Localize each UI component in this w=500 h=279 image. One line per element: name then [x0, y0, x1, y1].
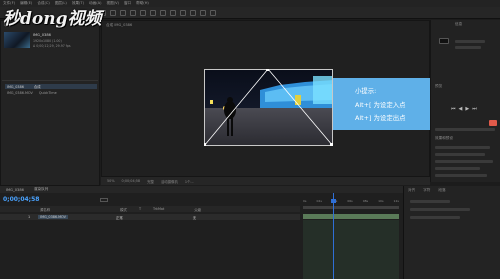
- shape-overlay: [204, 69, 333, 146]
- setting-row[interactable]: [435, 146, 490, 149]
- effects-tab[interactable]: 效果和预设: [435, 136, 453, 141]
- zoom-dropdown[interactable]: 50%: [107, 179, 115, 183]
- side-panel-tabs: 对齐 字符 段落: [404, 186, 500, 195]
- timeline-layer-row[interactable]: 1 IMG_0386.MOV 正常 无: [0, 214, 300, 220]
- footage-thumbnail: [4, 32, 30, 48]
- anchor-handle[interactable]: [266, 69, 269, 71]
- color-swatch: [439, 38, 449, 44]
- layer-mode[interactable]: 正常: [116, 215, 123, 220]
- work-area-bar[interactable]: [303, 206, 399, 209]
- project-item-type: 合成: [33, 85, 41, 89]
- time-ruler[interactable]: 0s 02s 04s 06s 08s 10s 12s: [303, 199, 399, 205]
- project-item-type: QuickTime: [38, 90, 57, 95]
- viewer-tab[interactable]: 合成 IMG_0386: [106, 23, 132, 28]
- setting-row[interactable]: [410, 216, 460, 219]
- tip-line-out: Alt+] 为设定出点: [355, 114, 406, 122]
- anchor-handle[interactable]: [204, 143, 206, 146]
- timeline-comp-tab[interactable]: IMG_0386: [6, 188, 24, 192]
- stamp-tool-icon[interactable]: [200, 10, 206, 16]
- layer-duration-bar[interactable]: [303, 214, 399, 219]
- rotate-tool-icon[interactable]: [130, 10, 136, 16]
- project-item-row[interactable]: IMG_0386 合成: [5, 84, 97, 89]
- tip-title: 小提示:: [355, 87, 377, 95]
- text-tool-icon[interactable]: [180, 10, 186, 16]
- ruler-tick: 06s: [347, 199, 353, 203]
- layer-index: 1: [28, 215, 31, 219]
- brush-tool-icon[interactable]: [190, 10, 196, 16]
- col-trkmat: TrkMat: [153, 207, 165, 211]
- menu-item[interactable]: 窗口: [124, 1, 131, 6]
- ruler-tick: 10s: [378, 199, 384, 203]
- viewer-controls: 50% 0;00;04;58 完整 活动摄像机 1个...: [101, 176, 430, 185]
- pen-tool-icon[interactable]: [170, 10, 176, 16]
- tip-line-in: Alt+[ 为设定入点: [355, 101, 406, 109]
- col-t: T: [138, 207, 142, 211]
- timeline-timecode[interactable]: 0;00;04;58: [0, 196, 39, 203]
- views-dropdown[interactable]: 1个...: [185, 179, 194, 184]
- cti-head[interactable]: [331, 199, 336, 203]
- current-time-indicator[interactable]: [333, 193, 334, 279]
- align-tab[interactable]: 对齐: [408, 188, 415, 193]
- ruler-tick: 12s: [393, 199, 399, 203]
- project-item-name: IMG_0386.MOV: [7, 90, 33, 95]
- camera-tool-icon[interactable]: [140, 10, 146, 16]
- ruler-tick: 0s: [303, 199, 307, 203]
- info-value-bar: [455, 46, 481, 49]
- setting-row[interactable]: [410, 200, 450, 203]
- footage-info-1: 1920x1080 (1.00): [33, 39, 62, 43]
- layer-name[interactable]: IMG_0386.MOV: [38, 215, 68, 219]
- paragraph-tab[interactable]: 段落: [438, 188, 445, 193]
- project-item-row[interactable]: IMG_0386.MOV QuickTime: [5, 90, 97, 95]
- playback-controls[interactable]: ⏮◀▶⏭: [451, 106, 480, 112]
- menu-item[interactable]: 视图(V): [106, 1, 118, 6]
- red-swatch[interactable]: [489, 120, 497, 126]
- search-icon[interactable]: [100, 198, 108, 202]
- ruler-tick: 02s: [316, 199, 322, 203]
- info-panel: 信息 预览 ⏮◀▶⏭ 效果和预设: [430, 20, 500, 182]
- setting-row[interactable]: [435, 174, 487, 177]
- preview-tab[interactable]: 预览: [435, 84, 442, 89]
- footage-name: IMG_0386: [33, 33, 51, 37]
- character-tab[interactable]: 字符: [423, 188, 430, 193]
- info-tab[interactable]: 信息: [455, 22, 462, 27]
- eraser-tool-icon[interactable]: [210, 10, 216, 16]
- viewer-timecode[interactable]: 0;00;04;58: [122, 179, 141, 183]
- timeline-track-area: [303, 220, 399, 279]
- project-item-name: IMG_0386: [7, 84, 24, 89]
- layer-parent[interactable]: 无: [193, 215, 196, 220]
- pan-tool-icon[interactable]: [150, 10, 156, 16]
- anchor-handle[interactable]: [330, 143, 333, 146]
- shape-tool-icon[interactable]: [160, 10, 166, 16]
- watermark-logo: 秒dong视频: [3, 9, 102, 29]
- effects-bar: [435, 128, 495, 131]
- col-parent: 父级: [194, 207, 202, 212]
- camera-dropdown[interactable]: 活动摄像机: [161, 179, 178, 184]
- render-queue-tab[interactable]: 渲染队列: [34, 187, 48, 192]
- col-source-name: 源名称: [40, 207, 51, 212]
- hand-tool-icon[interactable]: [110, 10, 116, 16]
- setting-row[interactable]: [435, 160, 493, 163]
- align-character-panel: 对齐 字符 段落: [403, 186, 500, 279]
- col-mode: 模式: [120, 207, 127, 212]
- timeline-column-header: 源名称 模式 T TrkMat 父级: [0, 206, 300, 212]
- project-divider: [2, 80, 98, 81]
- menu-item[interactable]: 帮助(H): [136, 1, 149, 6]
- ruler-tick: 08s: [362, 199, 369, 203]
- setting-row[interactable]: [410, 208, 470, 211]
- zoom-tool-icon[interactable]: [120, 10, 126, 16]
- resolution-dropdown[interactable]: 完整: [147, 179, 154, 184]
- setting-row[interactable]: [435, 167, 480, 170]
- setting-row[interactable]: [435, 153, 485, 156]
- footage-info-2: Δ 0;00;12;29, 29.97 fps: [33, 44, 71, 48]
- tip-overlay: 小提示: Alt+[ 为设定入点 Alt+] 为设定出点: [333, 78, 441, 130]
- info-value-bar: [455, 40, 485, 43]
